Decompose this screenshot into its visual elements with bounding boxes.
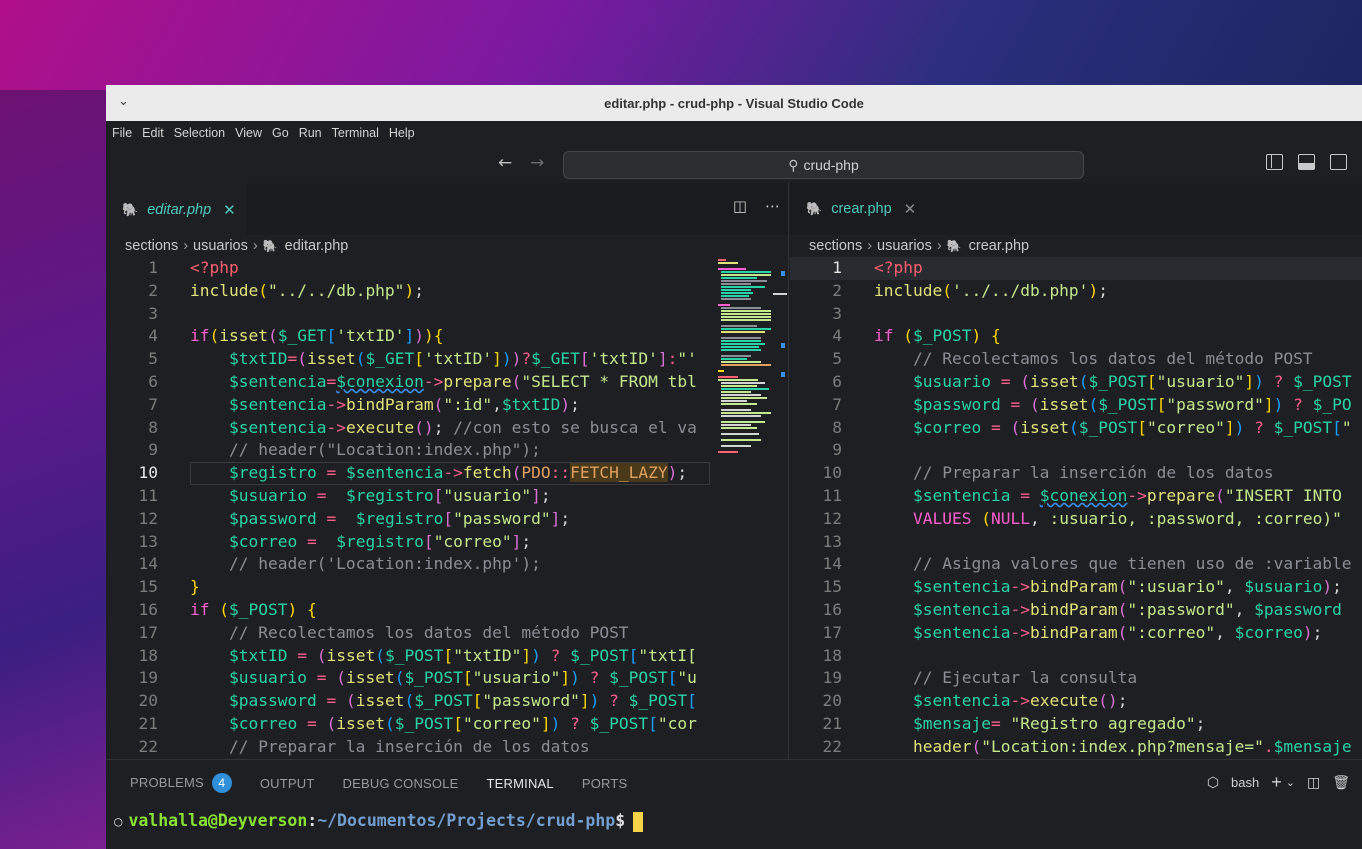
window-title: editar.php - crud-php - Visual Studio Co… [604,95,864,111]
go-back-arrow-icon[interactable]: ← [498,153,512,173]
layout-controls [1266,154,1362,170]
code-editor-right[interactable]: 1 <?php 2 include('../../db.php'); 3 4 if (… [790,257,1362,759]
problems-count-badge: 4 [211,773,232,793]
command-center-search[interactable]: ⚲ crud-php [563,151,1084,179]
toggle-panel-icon[interactable] [1298,154,1315,170]
tab-crear-php[interactable]: 🐘 crear.php ✕ [790,183,928,235]
overview-marker [781,343,785,348]
editor-area: 🐘 editar.php ✕ ◫ ⋯ sections › usuarios ›… [106,183,1362,759]
close-tab-icon[interactable]: ✕ [223,201,236,219]
overview-marker [781,271,785,276]
terminal-dropdown-chevron-icon[interactable]: ⌄ [1286,776,1295,789]
search-icon: ⚲ [788,156,799,173]
breadcrumb: sections › usuarios › 🐘 crear.php [790,235,1362,257]
overview-marker [781,372,785,377]
split-editor-icon[interactable]: ◫ [733,197,747,215]
cursor-position-marker [773,293,787,295]
split-terminal-icon[interactable]: ◫ [1307,774,1320,791]
php-elephant-icon: 🐘 [946,239,962,253]
terminal-cursor [633,811,644,832]
terminal-prompt-symbol: $ [615,811,626,830]
terminal-separator: : [307,811,318,830]
breadcrumb-file[interactable]: editar.php [285,238,349,254]
overview-ruler-left[interactable] [773,257,787,759]
editor-group-left: 🐘 editar.php ✕ ◫ ⋯ sections › usuarios ›… [106,183,789,759]
panel-tabs: PROBLEMS 4 OUTPUT DEBUG CONSOLE TERMINAL … [106,760,1362,806]
chevron-right-icon: › [252,238,258,254]
terminal-shell-icon: ⬡ [1206,774,1220,790]
vscode-window: ⌄ editar.php - crud-php - Visual Studio … [106,85,1362,849]
bottom-panel: PROBLEMS 4 OUTPUT DEBUG CONSOLE TERMINAL … [106,759,1362,849]
chevron-right-icon: › [183,238,189,254]
breadcrumb-file[interactable]: crear.php [969,238,1029,254]
menu-terminal[interactable]: Terminal [332,126,379,140]
menu-run[interactable]: Run [299,126,322,140]
toggle-secondary-sidebar-icon[interactable] [1330,154,1347,170]
breadcrumb-usuarios[interactable]: usuarios [877,238,932,254]
terminal-command-decoration-icon: ○ [114,814,123,830]
menu-view[interactable]: View [235,126,262,140]
php-elephant-icon: 🐘 [806,201,823,217]
window-menu-chevron-icon[interactable]: ⌄ [118,94,129,109]
menu-selection[interactable]: Selection [174,126,225,140]
terminal-shell-name[interactable]: bash [1231,775,1259,790]
search-text: crud-php [803,157,859,173]
chevron-right-icon: › [867,238,873,254]
trash-icon[interactable]: 🗑 [1332,774,1350,791]
code-editor-left[interactable]: 1 <?php 2 include("../../db.php"); 3 4 if(i… [106,257,788,759]
terminal-prompt-line[interactable]: ○ valhalla@Deyverson:~/Documentos/Project… [106,806,1362,836]
tab-bar-right: 🐘 crear.php ✕ [790,183,1362,235]
menu-file[interactable]: File [112,126,132,140]
menu-go[interactable]: Go [272,126,289,140]
php-elephant-icon: 🐘 [122,202,139,218]
tab-bar-left: 🐘 editar.php ✕ ◫ ⋯ [106,183,788,235]
breadcrumb-sections[interactable]: sections [809,238,862,254]
terminal-actions: ⬡ bash + ⌄ ◫ 🗑 [1207,772,1362,793]
tab-label: crear.php [831,201,892,217]
breadcrumb-usuarios[interactable]: usuarios [193,238,248,254]
tab-output[interactable]: OUTPUT [260,776,315,791]
more-actions-icon[interactable]: ⋯ [765,197,780,215]
tab-label: editar.php [147,202,212,218]
terminal-user-host: valhalla@Deyverson [128,811,308,830]
toggle-primary-sidebar-icon[interactable] [1266,154,1283,170]
minimap[interactable] [718,257,772,467]
new-terminal-plus-icon[interactable]: + [1271,772,1282,793]
tab-terminal[interactable]: TERMINAL [487,776,554,791]
chevron-right-icon: › [936,238,942,254]
editor-group-right: 🐘 crear.php ✕ sections › usuarios › 🐘 cr… [790,183,1362,759]
menu-bar: File Edit Selection View Go Run Terminal… [106,121,1362,145]
tab-debug-console[interactable]: DEBUG CONSOLE [343,776,459,791]
desktop-wallpaper [0,0,1362,90]
editor-actions-left: ◫ ⋯ [715,197,780,215]
breadcrumb-sections[interactable]: sections [125,238,178,254]
tab-ports[interactable]: PORTS [582,776,628,791]
breadcrumb: sections › usuarios › 🐘 editar.php [106,235,788,257]
close-tab-icon[interactable]: ✕ [904,200,917,218]
php-elephant-icon: 🐘 [262,239,278,253]
desktop-wallpaper-left [0,90,106,849]
terminal-path: ~/Documentos/Projects/crud-php [317,811,616,830]
menu-help[interactable]: Help [389,126,415,140]
tab-editar-php[interactable]: 🐘 editar.php ✕ [106,183,246,235]
command-center-bar: ← → ⚲ crud-php [106,145,1362,183]
go-forward-arrow-icon[interactable]: → [530,153,544,173]
tab-problems[interactable]: PROBLEMS 4 [130,773,232,793]
tab-problems-label: PROBLEMS [130,775,204,790]
title-bar: ⌄ editar.php - crud-php - Visual Studio … [106,85,1362,121]
menu-edit[interactable]: Edit [142,126,164,140]
